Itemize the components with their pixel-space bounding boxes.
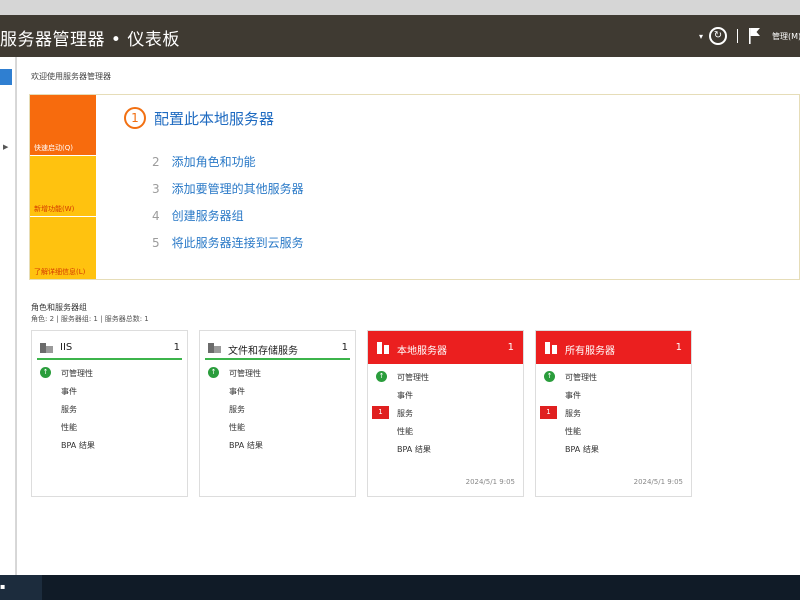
title-bar: 服务器管理器 • 仪表板 ▾ ↻ 管理(M) (0, 15, 800, 57)
whats-new-label: 新增功能(W) (34, 205, 75, 213)
step-add-roles[interactable]: 2 添加角色和功能 (152, 153, 256, 170)
step-add-servers[interactable]: 3 添加要管理的其他服务器 (152, 180, 304, 197)
flag-icon[interactable] (748, 28, 760, 44)
tile-title: 所有服务器 (565, 346, 615, 357)
row-events[interactable]: 事件 (565, 390, 581, 401)
nav-item-dashboard[interactable] (0, 69, 12, 85)
tile-title: 本地服务器 (397, 346, 447, 357)
welcome-title: 欢迎使用服务器管理器 (31, 72, 111, 81)
step-link: 添加角色和功能 (171, 155, 256, 169)
step-configure-local-server[interactable]: 1 配置此本地服务器 (124, 107, 274, 129)
row-services[interactable]: 服务 (397, 408, 413, 419)
ok-status-icon: ↑ (40, 367, 51, 378)
row-performance[interactable]: 性能 (397, 426, 413, 437)
step-link: 创建服务器组 (171, 209, 244, 223)
step-number: 3 (152, 182, 160, 196)
row-events[interactable]: 事件 (61, 386, 77, 397)
taskbar-app-button[interactable]: ▪ (0, 575, 42, 600)
alert-count-badge[interactable]: 1 (540, 406, 557, 419)
role-tile-file-storage[interactable]: 文件和存储服务 1 ↑ 可管理性 事件 服务 性能 BPA 结果 (199, 330, 356, 497)
roles-summary: 角色: 2 | 服务器组: 1 | 服务器总数: 1 (31, 315, 149, 323)
row-manageability[interactable]: 可管理性 (565, 372, 597, 383)
role-tile-local-server[interactable]: 本地服务器 1 ↑ 可管理性 事件 1 服务 性能 BPA 结果 2024/5/… (367, 330, 524, 497)
quick-start-tile[interactable]: 快速启动(Q) (30, 95, 96, 155)
ok-status-icon: ↑ (544, 371, 555, 382)
row-bpa-results[interactable]: BPA 结果 (229, 440, 263, 451)
role-tile-iis[interactable]: IIS 1 ↑ 可管理性 事件 服务 性能 BPA 结果 (31, 330, 188, 497)
row-bpa-results[interactable]: BPA 结果 (565, 444, 599, 455)
dashboard-main: 欢迎使用服务器管理器 快速启动(Q) 新增功能(W) 了解详细信息(L) 1 配… (17, 57, 800, 575)
tile-timestamp: 2024/5/1 9:05 (633, 478, 683, 486)
title-bar-tools: ▾ ↻ 管理(M) (699, 15, 800, 57)
quick-start-label: 快速启动(Q) (34, 144, 73, 152)
server-manager-taskbar-icon: ▪ (0, 582, 6, 591)
server-role-icon (208, 343, 221, 353)
server-icon (545, 342, 557, 354)
row-events[interactable]: 事件 (397, 390, 413, 401)
row-performance[interactable]: 性能 (61, 422, 77, 433)
tile-header[interactable]: 所有服务器 1 (536, 331, 691, 364)
step-link: 将此服务器连接到云服务 (171, 236, 304, 250)
server-icon (377, 342, 389, 354)
row-manageability[interactable]: 可管理性 (61, 368, 93, 379)
left-nav: ▶ (0, 57, 16, 575)
tile-title: IIS (60, 342, 73, 353)
tile-timestamp: 2024/5/1 9:05 (465, 478, 515, 486)
row-performance[interactable]: 性能 (229, 422, 245, 433)
tile-count: 1 (675, 342, 682, 353)
row-services[interactable]: 服务 (565, 408, 581, 419)
refresh-icon[interactable]: ↻ (709, 27, 727, 45)
row-events[interactable]: 事件 (229, 386, 245, 397)
server-role-icon (40, 343, 53, 353)
alert-count-badge[interactable]: 1 (372, 406, 389, 419)
learn-more-tile[interactable]: 了解详细信息(L) (30, 217, 96, 279)
tile-count: 1 (507, 342, 514, 353)
ok-status-icon: ↑ (376, 371, 387, 382)
step-label: 配置此本地服务器 (154, 109, 275, 128)
row-bpa-results[interactable]: BPA 结果 (61, 440, 95, 451)
row-performance[interactable]: 性能 (565, 426, 581, 437)
ok-status-icon: ↑ (208, 367, 219, 378)
manage-menu[interactable]: 管理(M) (772, 31, 800, 42)
step-number: 4 (152, 209, 160, 223)
row-services[interactable]: 服务 (61, 404, 77, 415)
step-number: 5 (152, 236, 160, 250)
tile-count: 1 (341, 342, 348, 353)
tile-header[interactable]: IIS 1 (37, 336, 182, 360)
row-manageability[interactable]: 可管理性 (229, 368, 261, 379)
tile-title: 文件和存储服务 (228, 346, 298, 357)
roles-section-title: 角色和服务器组 (31, 303, 87, 312)
step-link: 添加要管理的其他服务器 (171, 182, 304, 196)
tile-count: 1 (173, 342, 180, 353)
role-tile-all-servers[interactable]: 所有服务器 1 ↑ 可管理性 事件 1 服务 性能 BPA 结果 2024/5/… (535, 330, 692, 497)
step-number-badge: 1 (124, 107, 146, 129)
row-manageability[interactable]: 可管理性 (397, 372, 429, 383)
step-number: 2 (152, 155, 160, 169)
learn-more-label: 了解详细信息(L) (34, 268, 86, 276)
title-separator (737, 29, 738, 43)
taskbar: ▪ (0, 575, 800, 600)
step-connect-cloud[interactable]: 5 将此服务器连接到云服务 (152, 234, 304, 251)
row-bpa-results[interactable]: BPA 结果 (397, 444, 431, 455)
row-services[interactable]: 服务 (229, 404, 245, 415)
welcome-panel: 快速启动(Q) 新增功能(W) 了解详细信息(L) 1 配置此本地服务器 2 添加… (29, 94, 800, 280)
page-title: 服务器管理器 • 仪表板 (0, 30, 180, 50)
tile-header[interactable]: 本地服务器 1 (368, 331, 523, 364)
chevron-down-icon[interactable]: ▾ (699, 32, 703, 41)
expand-arrow-icon[interactable]: ▶ (3, 143, 8, 151)
tile-header[interactable]: 文件和存储服务 1 (205, 336, 350, 360)
whats-new-tile[interactable]: 新增功能(W) (30, 156, 96, 216)
step-create-group[interactable]: 4 创建服务器组 (152, 207, 244, 224)
